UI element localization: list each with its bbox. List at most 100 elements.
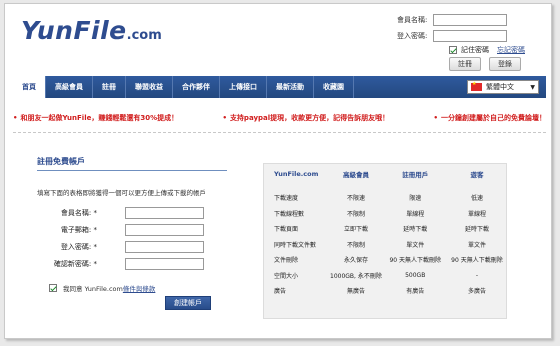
cell-premium: 不限制 <box>346 210 365 218</box>
cell-guest: - <box>475 271 479 279</box>
cell-guest: 單線程 <box>467 210 486 218</box>
chevron-down-icon: ▼ <box>530 83 535 91</box>
cell-registered: 延時下載 <box>403 226 428 234</box>
cell-registered: 90 天無人下載刪除 <box>389 257 441 265</box>
promo-text-forum[interactable]: 一分鐘創建屬於自己的免費論壇！ <box>441 114 546 122</box>
member-input[interactable] <box>433 14 508 26</box>
table-row: 廣告 無廣告 有廣告 多廣告 <box>264 283 506 299</box>
table-row: 下載速度 不限速 限速 低速 <box>264 190 506 206</box>
cell-registered: 單文件 <box>406 241 425 249</box>
cell-registered: 有廣告 <box>406 288 425 296</box>
promo-item[interactable]: • 支持paypal提現，收款更方便，記得告訴朋友哦！ <box>222 113 389 123</box>
promo-text-paypal[interactable]: 支持paypal提現，收款更方便，記得告訴朋友哦！ <box>230 114 389 122</box>
remember-row: 記住密碼 忘記密碼 <box>449 45 525 55</box>
register-description: 填寫下面的表格即將獲得一個可以更方便上傳或下載的帳戶 <box>37 189 206 197</box>
cell-premium: 不限制 <box>346 241 365 249</box>
confirm-password-label: 確認新密碼: * <box>53 260 97 268</box>
login-button[interactable]: 登錄 <box>489 57 521 71</box>
login-buttons: 註冊 登錄 <box>449 57 521 71</box>
forgot-password-link[interactable]: 忘記密碼 <box>497 45 525 55</box>
table-row: 同時下載文件數 不限制 單文件 單文件 <box>264 237 506 253</box>
nav-item-home[interactable]: 首頁 <box>13 76 46 98</box>
email-label: 電子郵箱: * <box>60 226 97 234</box>
cell-feature: 廣告 <box>274 288 287 296</box>
login-box: 會員名稱: 登入密碼: 記住密碼 忘記密碼 註冊 登錄 <box>393 12 543 72</box>
cell-premium: 不限速 <box>346 195 365 203</box>
cell-registered: 500GB <box>405 271 426 279</box>
nav-item-favorites[interactable]: 收藏園 <box>314 76 354 98</box>
header-guest: 遊客 <box>470 171 484 179</box>
table-row: 空間大小 1000GB, 永不刪除 500GB - <box>264 268 506 284</box>
password-field[interactable] <box>125 241 204 253</box>
remember-checkbox[interactable] <box>449 46 457 54</box>
divider <box>13 132 546 133</box>
remember-label: 記住密碼 <box>461 46 489 54</box>
cell-feature: 文件刪除 <box>274 257 299 265</box>
email-field-row: 電子郵箱: * <box>37 224 204 236</box>
header-site: YunFile.com <box>274 170 319 178</box>
username-field-row: 會員名稱: * <box>37 207 204 219</box>
cell-premium: 永久保存 <box>343 257 368 265</box>
password-row: 登入密碼: <box>397 30 508 42</box>
cell-guest: 延時下載 <box>464 226 489 234</box>
agree-text: 我同意 YunFile.com <box>63 285 123 293</box>
yunfile-logo[interactable]: YunFile.com <box>21 16 162 45</box>
table-row: 下載頁面 立即下載 延時下載 延時下載 <box>264 221 506 237</box>
table-row: 下載線程數 不限制 單線程 單線程 <box>264 206 506 222</box>
cell-premium: 1000GB, 永不刪除 <box>330 272 382 280</box>
promo-item[interactable]: • 和朋友一起做YunFile，賺錢輕鬆還有30%提成！ <box>13 113 178 123</box>
promo-bar: • 和朋友一起做YunFile，賺錢輕鬆還有30%提成！ • 支持paypal提現，… <box>13 113 546 123</box>
cell-feature: 空間大小 <box>274 272 299 280</box>
password-label: 登入密碼: <box>397 32 428 40</box>
username-label: 會員名稱: * <box>60 209 97 217</box>
nav-item-upload-api[interactable]: 上傳接口 <box>220 76 267 98</box>
nav-item-register[interactable]: 註冊 <box>93 76 126 98</box>
page-frame: YunFile.com 會員名稱: 登入密碼: 記住密碼 忘記密碼 註冊 登錄 … <box>4 3 552 339</box>
cell-guest: 低速 <box>470 195 483 203</box>
cell-premium: 立即下載 <box>343 226 368 234</box>
cell-registered: 限速 <box>409 195 422 203</box>
member-label: 會員名稱: <box>397 16 428 24</box>
comparison-table: YunFile.com 高級會員 註冊用戶 遊客 下載速度 不限速 限速 低速 … <box>263 163 507 319</box>
register-panel: 註冊免費帳戶 填寫下面的表格即將獲得一個可以更方便上傳或下載的帳戶 會員名稱: … <box>37 156 247 310</box>
cell-guest: 多廣告 <box>467 288 486 296</box>
nav-item-partners[interactable]: 合作夥伴 <box>173 76 220 98</box>
register-title: 註冊免費帳戶 <box>37 156 227 171</box>
confirm-password-input[interactable] <box>125 258 204 270</box>
email-input[interactable] <box>125 224 204 236</box>
promo-text-referral[interactable]: 和朋友一起做YunFile，賺錢輕鬆還有30%提成！ <box>20 114 178 122</box>
password-label: 登入密碼: * <box>60 243 97 251</box>
cell-feature: 下載頁面 <box>274 226 299 234</box>
password-field-row: 登入密碼: * <box>37 241 204 253</box>
language-value: 繁體中文 <box>486 83 514 91</box>
password-input[interactable] <box>433 30 508 42</box>
language-select[interactable]: 繁體中文 ▼ <box>467 80 539 94</box>
china-flag-icon <box>471 81 482 91</box>
main-nav: 首頁 高級會員 註冊 聯盟收益 合作夥伴 上傳接口 最新活動 收藏園 繁體中文 … <box>13 76 546 98</box>
username-input[interactable] <box>125 207 204 219</box>
agree-row: 我同意 YunFile.com 條件與條款 <box>49 283 155 293</box>
promo-item[interactable]: • 一分鐘創建屬於自己的免費論壇！ <box>434 113 546 123</box>
create-account-button[interactable]: 創建帳戶 <box>165 296 211 310</box>
header-registered: 註冊用戶 <box>402 171 429 179</box>
nav-item-affiliate[interactable]: 聯盟收益 <box>126 76 173 98</box>
agree-checkbox[interactable] <box>49 284 57 292</box>
cell-guest: 單文件 <box>467 241 486 249</box>
cell-feature: 下載線程數 <box>274 210 305 218</box>
confirm-password-row: 確認新密碼: * <box>37 258 204 270</box>
cell-guest: 90 天無人下載刪除 <box>451 257 503 265</box>
register-button[interactable]: 註冊 <box>449 57 481 71</box>
nav-item-events[interactable]: 最新活動 <box>267 76 314 98</box>
cell-feature: 同時下載文件數 <box>274 241 317 249</box>
member-row: 會員名稱: <box>397 14 508 26</box>
terms-link[interactable]: 條件與條款 <box>123 283 156 293</box>
logo-tld: .com <box>126 28 162 43</box>
cell-premium: 無廣告 <box>346 288 365 296</box>
cell-feature: 下載速度 <box>274 195 299 203</box>
header-premium: 高級會員 <box>342 171 369 179</box>
cell-registered: 單線程 <box>406 210 425 218</box>
table-row: 文件刪除 永久保存 90 天無人下載刪除 90 天無人下載刪除 <box>264 252 506 268</box>
logo-main: YunFile <box>21 16 127 45</box>
table-header-row: YunFile.com 高級會員 註冊用戶 遊客 <box>264 164 506 182</box>
nav-item-premium[interactable]: 高級會員 <box>46 76 93 98</box>
